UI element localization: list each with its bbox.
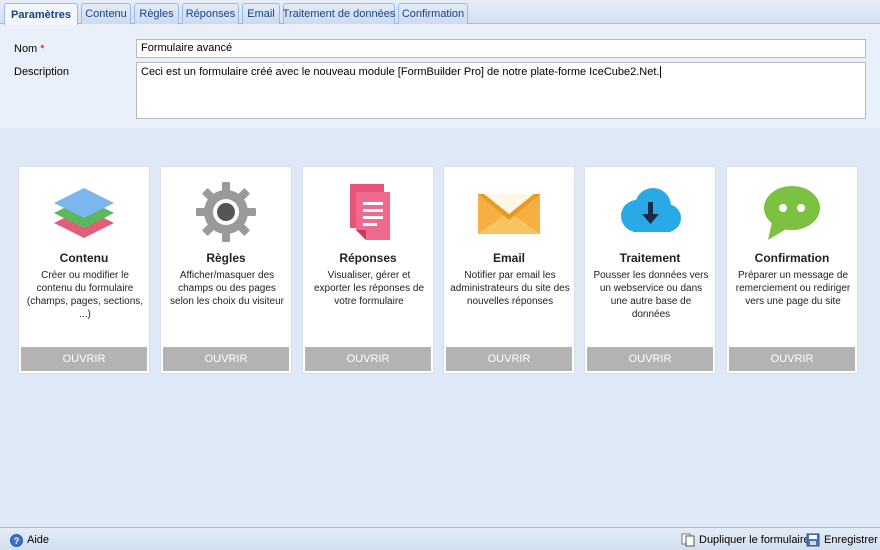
open-traitement-button[interactable]: OUVRIR — [587, 347, 713, 371]
tab-reponses[interactable]: Réponses — [182, 3, 239, 24]
tab-regles[interactable]: Règles — [134, 3, 179, 24]
documents-icon — [350, 184, 390, 240]
tab-confirmation[interactable]: Confirmation — [398, 3, 468, 24]
card-description: Pousser les données vers un webservice o… — [593, 270, 709, 320]
card-title: Contenu — [59, 251, 109, 265]
card-title: Règles — [206, 251, 246, 265]
save-button[interactable]: Enregistrer — [806, 532, 878, 548]
svg-text:?: ? — [14, 536, 20, 546]
tab-email[interactable]: Email — [242, 3, 280, 24]
open-email-button[interactable]: OUVRIR — [446, 347, 572, 371]
name-label: Nom * — [14, 43, 45, 55]
card-title: Confirmation — [754, 251, 830, 265]
card-description: Afficher/masquer des champs ou des pages… — [170, 270, 284, 307]
card-confirmation: Confirmation Préparer un message de reme… — [726, 166, 858, 374]
card-contenu: Contenu Créer ou modifier le contenu du … — [18, 166, 150, 374]
open-regles-button[interactable]: OUVRIR — [163, 347, 289, 371]
card-description: Visualiser, gérer et exporter les répons… — [313, 270, 425, 307]
name-input-value: Formulaire avancé — [141, 42, 233, 54]
open-contenu-button[interactable]: OUVRIR — [21, 347, 147, 371]
name-label-text: Nom — [14, 43, 38, 55]
save-icon — [806, 533, 820, 547]
card-description: Préparer un message de remerciement ou r… — [735, 270, 851, 307]
card-traitement: Traitement Pousser les données vers un w… — [584, 166, 716, 374]
card-regles: Règles Afficher/masquer des champs ou de… — [160, 166, 292, 374]
tab-traitement-donnees[interactable]: Traitement de données — [283, 3, 395, 24]
duplicate-label: Dupliquer le formulaire — [699, 534, 810, 546]
form-panel: Nom * Formulaire avancé Description Ceci… — [0, 24, 880, 128]
tab-bar: Paramètres Contenu Règles Réponses Email… — [0, 0, 880, 25]
text-cursor — [660, 66, 662, 79]
card-description: Créer ou modifier le contenu du formulai… — [26, 270, 144, 320]
duplicate-icon — [681, 533, 695, 547]
help-label: Aide — [27, 534, 50, 546]
save-label: Enregistrer — [824, 534, 878, 546]
open-confirmation-button[interactable]: OUVRIR — [729, 347, 855, 371]
required-marker: * — [40, 43, 45, 55]
help-button[interactable]: ? Aide — [10, 532, 49, 548]
description-label: Description — [14, 66, 70, 78]
description-value: Ceci est un formulaire créé avec le nouv… — [141, 66, 660, 78]
card-reponses: Réponses Visualiser, gérer et exporter l… — [302, 166, 434, 374]
card-title: Email — [492, 251, 525, 265]
gear-icon — [196, 182, 256, 242]
name-input[interactable]: Formulaire avancé — [136, 39, 866, 58]
duplicate-form-button[interactable]: Dupliquer le formulaire — [681, 532, 810, 548]
description-textarea[interactable]: Ceci est un formulaire créé avec le nouv… — [136, 62, 866, 119]
open-reponses-button[interactable]: OUVRIR — [305, 347, 431, 371]
card-description: Notifier par email les administrateurs d… — [450, 270, 570, 307]
tab-parametres[interactable]: Paramètres — [4, 3, 78, 25]
card-title: Traitement — [619, 251, 681, 265]
tab-contenu[interactable]: Contenu — [81, 3, 131, 24]
chat-bubble-icon — [764, 186, 820, 240]
help-icon: ? — [10, 533, 23, 547]
card-email: Email Notifier par email les administrat… — [443, 166, 575, 374]
footer-toolbar: ? Aide Dupliquer le formulaire Enregistr… — [0, 527, 880, 550]
layers-icon — [54, 188, 114, 238]
envelope-icon — [478, 194, 540, 234]
cloud-download-icon — [621, 188, 681, 232]
card-title: Réponses — [339, 251, 397, 265]
